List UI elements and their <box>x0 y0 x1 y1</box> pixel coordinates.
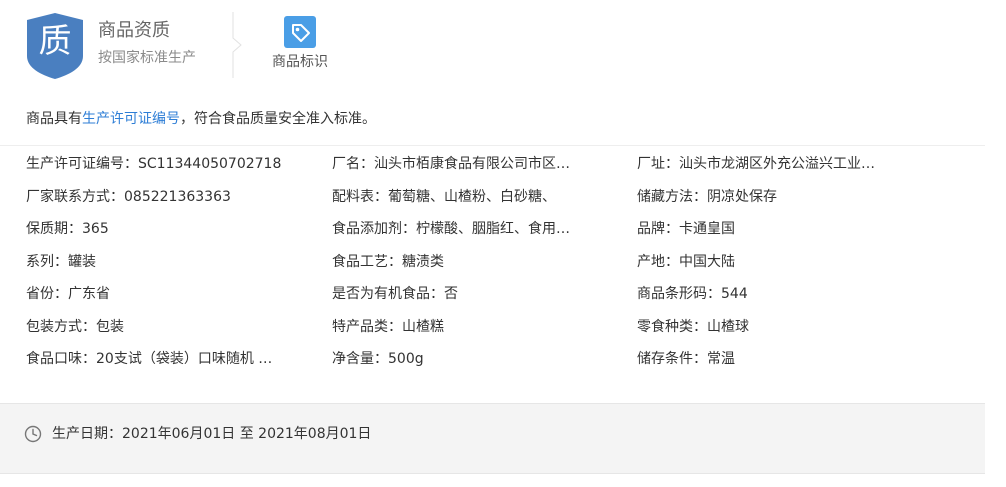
divider-line <box>0 145 985 146</box>
spec-item: 包装方式：包装 <box>26 318 124 335</box>
spec-item: 生产许可证编号：SC11344050702718 <box>26 156 282 172</box>
spec-item: 系列：罐装 <box>26 253 96 270</box>
qualification-header: 质 商品资质 按国家标准生产 商品标识 <box>0 0 985 88</box>
chevron-divider <box>232 12 244 78</box>
spec-item: 食品添加剂：柠檬酸、胭脂红、食用… <box>332 221 570 237</box>
spec-item: 零食种类：山楂球 <box>637 318 749 335</box>
spec-row: 保质期：365 食品添加剂：柠檬酸、胭脂红、食用… 品牌：卡通皇国 <box>26 217 976 250</box>
spec-item: 厂址：汕头市龙湖区外充公溢兴工业… <box>637 156 875 172</box>
spec-item: 储存条件：常温 <box>637 351 735 367</box>
spec-row: 包装方式：包装 特产品类：山楂糕 零食种类：山楂球 <box>26 315 976 348</box>
spec-item: 是否为有机食品：否 <box>332 286 458 302</box>
spec-item: 配料表：葡萄糖、山楂粉、白砂糖、 <box>332 188 556 205</box>
spec-item: 厂家联系方式：085221363363 <box>26 188 231 205</box>
clock-icon <box>24 425 42 443</box>
bottom-divider <box>0 473 985 474</box>
spec-row: 食品口味：20支试（袋装）口味随机 … 净含量：500g 储存条件：常温 <box>26 347 976 380</box>
spec-item: 储藏方法：阴凉处保存 <box>637 188 777 205</box>
spec-item: 商品条形码：544 <box>637 286 748 302</box>
spec-item: 保质期：365 <box>26 221 109 237</box>
spec-row: 厂家联系方式：085221363363 配料表：葡萄糖、山楂粉、白砂糖、 储藏方… <box>26 185 976 218</box>
spec-item: 产地：中国大陆 <box>637 253 735 270</box>
quality-badge-icon: 质 <box>25 12 85 80</box>
content-area: 商品具有生产许可证编号，符合食品质量安全准入标准。 生产许可证编号：SC1134… <box>0 88 985 473</box>
spec-row: 省份：广东省 是否为有机食品：否 商品条形码：544 <box>26 282 976 315</box>
spec-item: 净含量：500g <box>332 351 424 367</box>
spec-row: 生产许可证编号：SC11344050702718 厂名：汕头市栢康食品有限公司市… <box>26 152 976 185</box>
spec-row: 系列：罐装 食品工艺：糖渍类 产地：中国大陆 <box>26 250 976 283</box>
notice-suffix: ，符合食品质量安全准入标准。 <box>180 111 376 127</box>
tab-label: 商品标识 <box>272 54 328 70</box>
spec-item: 食品工艺：糖渍类 <box>332 253 444 270</box>
spec-item: 食品口味：20支试（袋装）口味随机 … <box>26 351 273 367</box>
license-notice: 商品具有生产许可证编号，符合食品质量安全准入标准。 <box>26 108 376 130</box>
spec-item: 品牌：卡通皇国 <box>637 221 735 237</box>
spec-panel: 商品具有生产许可证编号，符合食品质量安全准入标准。 生产许可证编号：SC1134… <box>0 88 985 403</box>
section-title: 商品资质 <box>98 20 170 41</box>
production-date-bar: 生产日期：2021年06月01日 至 2021年08月01日 <box>0 403 985 473</box>
spec-grid: 生产许可证编号：SC11344050702718 厂名：汕头市栢康食品有限公司市… <box>26 152 976 380</box>
section-subtitle: 按国家标准生产 <box>98 50 196 66</box>
spec-item: 特产品类：山楂糕 <box>332 318 444 335</box>
spec-item: 省份：广东省 <box>26 286 110 302</box>
badge-char: 质 <box>38 21 72 60</box>
notice-prefix: 商品具有 <box>26 111 82 127</box>
tag-icon <box>284 16 316 48</box>
tab-product-label[interactable]: 商品标识 <box>262 14 338 74</box>
license-number-link[interactable]: 生产许可证编号 <box>82 111 180 127</box>
spec-item: 厂名：汕头市栢康食品有限公司市区… <box>332 156 570 172</box>
production-date: 生产日期：2021年06月01日 至 2021年08月01日 <box>52 426 372 442</box>
